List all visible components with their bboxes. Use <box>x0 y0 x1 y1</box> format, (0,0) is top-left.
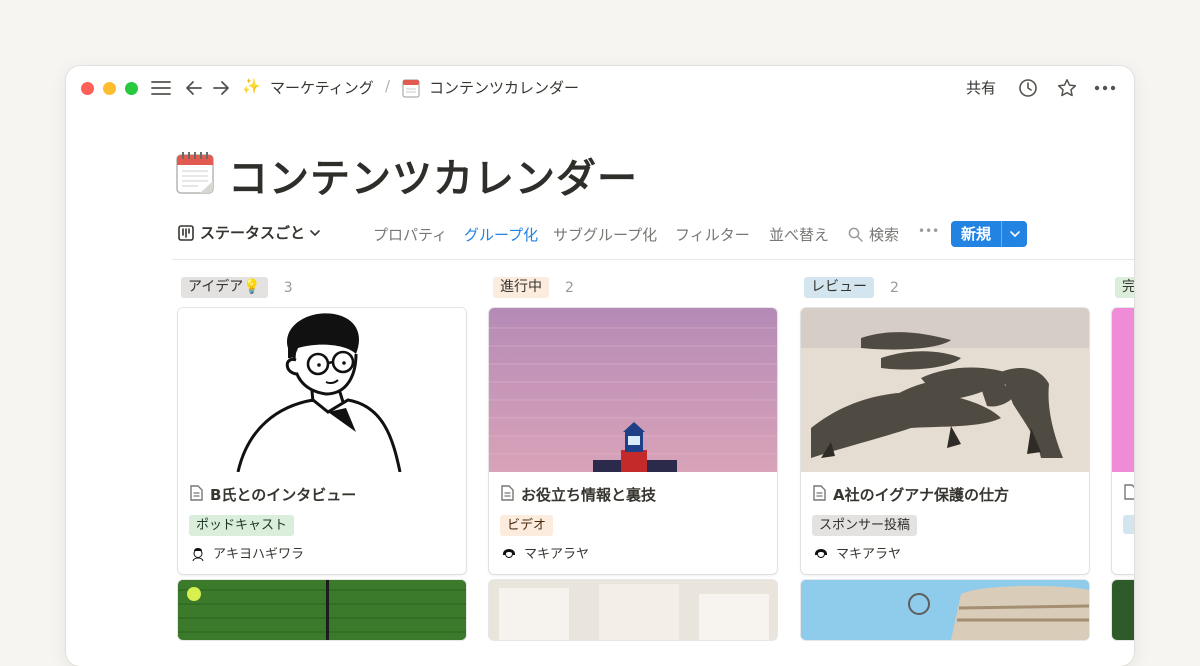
workspace-emoji: ✨ <box>242 77 261 95</box>
document-icon <box>1124 484 1134 504</box>
card-title[interactable]: A社のイグアナ保護の仕方 <box>813 484 1009 505</box>
breadcrumb-page[interactable]: コンテンツカレンダー <box>429 77 579 98</box>
group-button[interactable]: グループ化 <box>464 224 538 245</box>
view-selector[interactable]: ステータスごと <box>178 222 320 243</box>
person-name: マキアラヤ <box>836 547 902 562</box>
share-button[interactable]: 共有 <box>966 77 996 98</box>
board-card[interactable] <box>1112 308 1134 574</box>
close-window-button[interactable] <box>81 82 94 95</box>
card-title[interactable] <box>1124 484 1134 504</box>
column-header-idea[interactable]: アイデア💡 3 <box>181 277 293 298</box>
board-card[interactable]: A社のイグアナ保護の仕方 スポンサー投稿 マキアラヤ <box>801 308 1089 574</box>
person-name: マキアラヤ <box>524 547 590 562</box>
breadcrumb-separator: / <box>385 77 391 95</box>
document-icon <box>813 484 826 505</box>
status-tag: 完 <box>1115 277 1134 298</box>
more-icon[interactable] <box>1093 76 1117 100</box>
column-count: 2 <box>565 279 574 296</box>
card-tag: ポッドキャスト <box>189 515 295 536</box>
search-button[interactable]: 検索 <box>848 224 899 245</box>
column-count: 3 <box>283 279 293 296</box>
avatar <box>813 545 829 561</box>
card-tag: ビデオ <box>500 515 554 536</box>
search-label: 検索 <box>869 226 900 244</box>
card-cover-image <box>801 308 1089 472</box>
search-icon <box>848 227 863 242</box>
card-cover-image <box>1112 308 1134 472</box>
app-window: ✨ マーケティング / コンテンツカレンダー 共有 コンテンツカレンダー ステー… <box>66 66 1134 666</box>
card-title-text: A社のイグアナ保護の仕方 <box>833 486 1010 504</box>
breadcrumb-workspace[interactable]: マーケティング <box>270 77 374 98</box>
card-title[interactable]: B氏とのインタビュー <box>190 484 356 505</box>
column-header-in-progress[interactable]: 進行中 2 <box>493 277 574 298</box>
board-card[interactable]: お役立ち情報と裏技 ビデオ マキアラヤ <box>489 308 777 574</box>
board-card[interactable] <box>178 580 466 640</box>
board-card[interactable] <box>801 580 1089 640</box>
toolbar-divider <box>172 259 1134 260</box>
sidebar-menu-icon[interactable] <box>150 76 172 100</box>
column-header-review[interactable]: レビュー 2 <box>804 277 899 298</box>
status-tag: 進行中 <box>493 277 549 298</box>
more-options-button[interactable]: ••• <box>918 224 939 238</box>
status-tag: アイデア💡 <box>181 277 268 298</box>
filter-button[interactable]: フィルター <box>675 224 750 245</box>
card-person: マキアラヤ <box>501 543 589 562</box>
status-tag: レビュー <box>804 277 874 298</box>
new-button-label: 新規 <box>960 225 991 243</box>
board-card[interactable]: B氏とのインタビュー ポッドキャスト アキヨハギワラ <box>178 308 466 574</box>
board-icon <box>178 224 194 241</box>
card-title-text: お役立ち情報と裏技 <box>521 486 657 504</box>
sort-button[interactable]: 並べ替え <box>769 224 829 245</box>
new-button[interactable]: 新規 <box>951 221 1027 247</box>
board-card[interactable] <box>1112 580 1134 640</box>
subgroup-button[interactable]: サブグループ化 <box>553 224 657 245</box>
maximize-window-button[interactable] <box>125 82 138 95</box>
chevron-down-icon <box>310 229 320 236</box>
card-tag <box>1123 515 1134 534</box>
chevron-down-icon[interactable] <box>1002 221 1027 247</box>
back-arrow-icon[interactable] <box>183 76 205 100</box>
document-icon <box>190 484 203 505</box>
view-toolbar: ステータスごと プロパティ グループ化 サブグループ化 フィルター 並べ替え 検… <box>178 220 1128 248</box>
card-title-text: B氏とのインタビュー <box>210 486 357 504</box>
person-name: アキヨハギワラ <box>213 547 305 562</box>
card-tag: スポンサー投稿 <box>812 515 918 536</box>
card-cover-image <box>178 308 466 472</box>
view-name: ステータスごと <box>200 224 306 242</box>
properties-button[interactable]: プロパティ <box>373 224 447 245</box>
calendar-icon <box>400 76 422 100</box>
board-card[interactable] <box>489 580 777 640</box>
avatar <box>501 545 517 561</box>
card-cover-image <box>489 308 777 472</box>
top-bar: ✨ マーケティング / コンテンツカレンダー 共有 <box>66 66 1134 110</box>
card-person: アキヨハギワラ <box>190 543 304 562</box>
column-count: 2 <box>890 279 899 296</box>
avatar <box>190 545 206 561</box>
forward-arrow-icon[interactable] <box>210 76 232 100</box>
column-header-done[interactable]: 完 <box>1115 277 1134 298</box>
calendar-icon <box>176 152 214 198</box>
page-title[interactable]: コンテンツカレンダー <box>228 146 638 204</box>
minimize-window-button[interactable] <box>103 82 116 95</box>
page-header: コンテンツカレンダー <box>176 146 638 204</box>
clock-icon[interactable] <box>1017 76 1039 100</box>
document-icon <box>501 484 514 505</box>
card-person: マキアラヤ <box>813 543 901 562</box>
card-title[interactable]: お役立ち情報と裏技 <box>501 484 656 505</box>
star-icon[interactable] <box>1056 76 1078 100</box>
